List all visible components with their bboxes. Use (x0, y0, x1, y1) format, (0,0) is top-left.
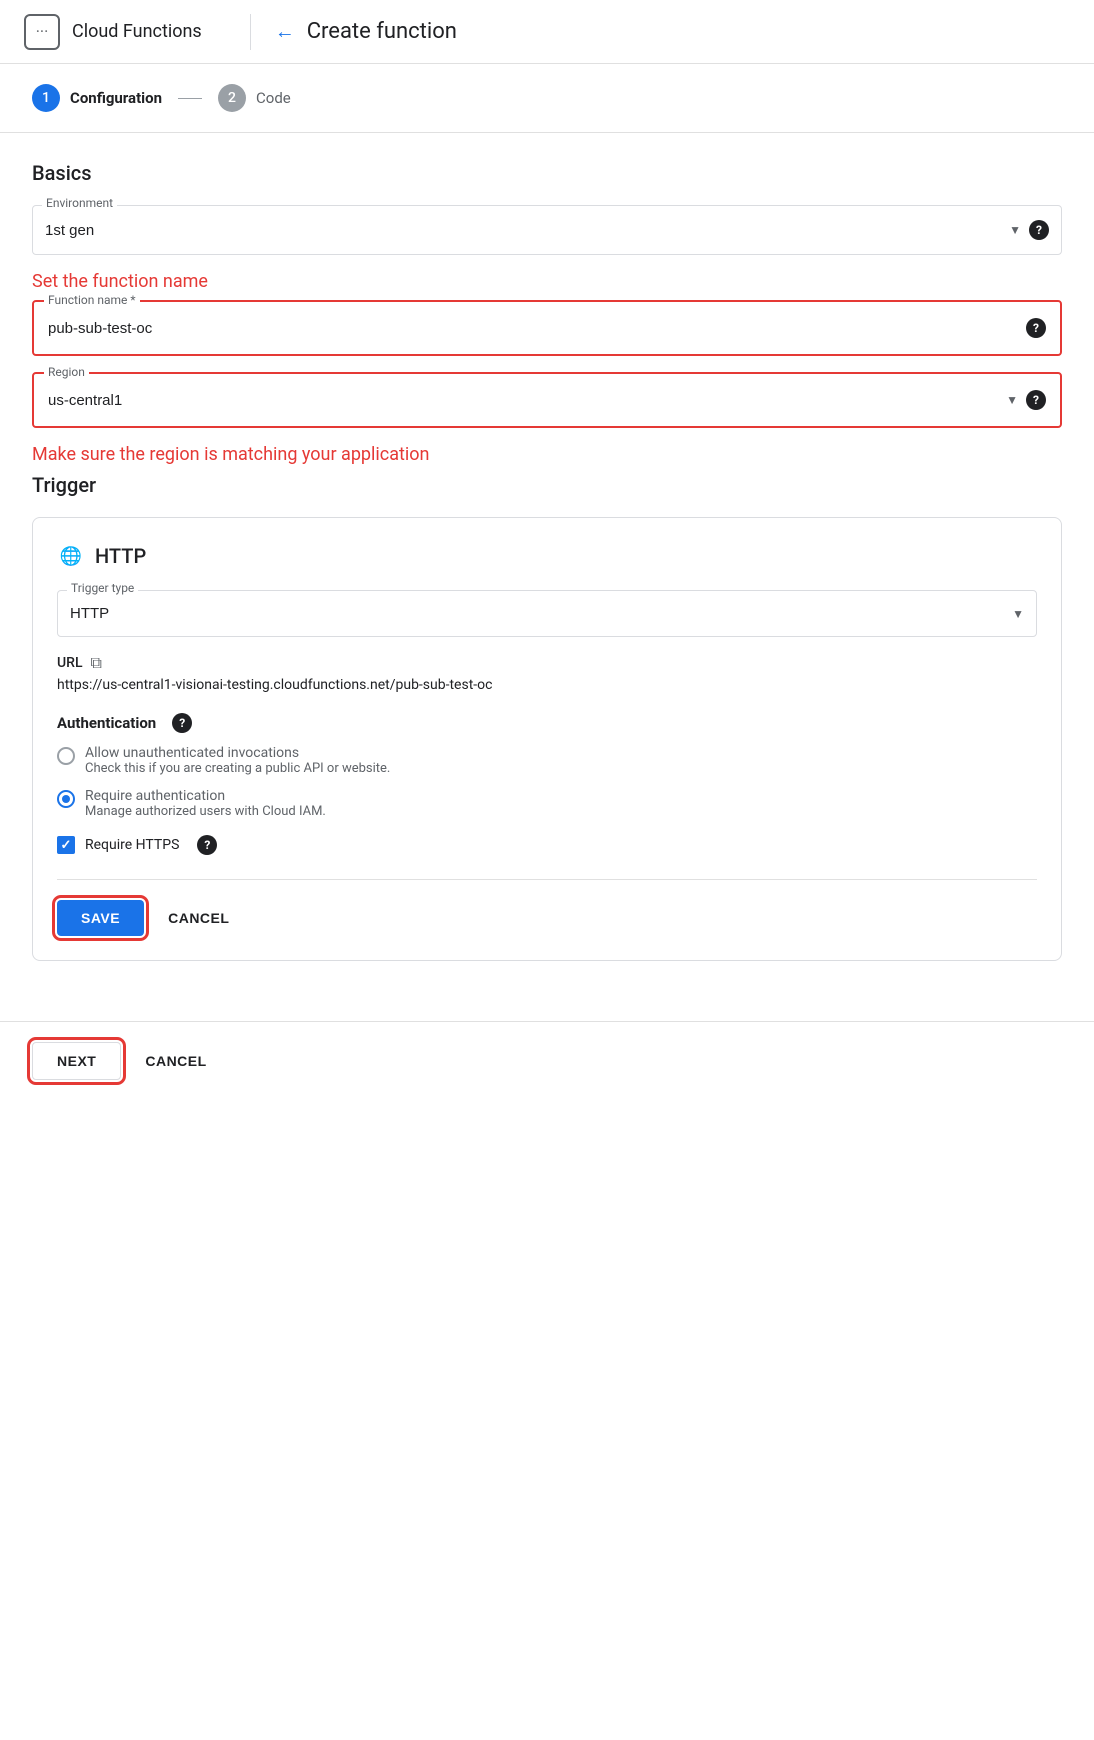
logo-icon: ··· (24, 14, 60, 50)
app-header: ··· Cloud Functions ← Create function (0, 0, 1094, 64)
page-title: Create function (307, 19, 457, 44)
stepper: 1 Configuration 2 Code (0, 64, 1094, 133)
https-help-icon[interactable]: ? (197, 835, 217, 855)
radio-allow-unauth-btn[interactable] (57, 747, 75, 765)
environment-help-icon[interactable]: ? (1029, 220, 1049, 240)
trigger-header: 🌐 HTTP (57, 542, 1037, 570)
trigger-type-label: Trigger type (67, 581, 138, 595)
trigger-type-dropdown-icon: ▼ (1012, 607, 1024, 621)
region-dropdown-icon: ▼ (1006, 393, 1018, 407)
main-content: Basics Environment ▼ ? Set the function … (0, 133, 1094, 1013)
radio-allow-unauth[interactable]: Allow unauthenticated invocations Check … (57, 745, 1037, 776)
https-label: Require HTTPS (85, 837, 179, 853)
region-input[interactable] (48, 392, 1002, 409)
http-globe-icon: 🌐 (57, 542, 85, 570)
auth-help-icon[interactable]: ? (172, 713, 192, 733)
trigger-http-label: HTTP (95, 544, 146, 568)
app-logo: ··· Cloud Functions (24, 14, 202, 50)
annotation-region: Make sure the region is matching your ap… (32, 444, 1062, 465)
function-name-field: Function name * ? (32, 300, 1062, 356)
back-button[interactable]: ← Create function (275, 19, 457, 44)
step-1: 1 Configuration (32, 84, 162, 112)
annotation-function-name: Set the function name (32, 271, 1062, 292)
radio-allow-unauth-main: Allow unauthenticated invocations (85, 745, 390, 761)
cancel-trigger-button[interactable]: CANCEL (160, 900, 237, 936)
step-2: 2 Code (218, 84, 291, 112)
step-connector (178, 98, 202, 99)
auth-title-label: Authentication (57, 714, 156, 732)
save-button[interactable]: SAVE (57, 900, 144, 936)
radio-require-auth-sub: Manage authorized users with Cloud IAM. (85, 804, 326, 819)
radio-require-auth[interactable]: Require authentication Manage authorized… (57, 788, 1037, 819)
function-name-help-icon[interactable]: ? (1026, 318, 1046, 338)
function-name-input[interactable] (48, 320, 1018, 337)
function-name-wrapper[interactable]: ? (36, 304, 1058, 352)
region-help-icon[interactable]: ? (1026, 390, 1046, 410)
bottom-bar: NEXT CANCEL (0, 1021, 1094, 1100)
trigger-type-select-wrapper[interactable]: ▼ (57, 590, 1037, 637)
step-1-circle: 1 (32, 84, 60, 112)
radio-allow-unauth-text: Allow unauthenticated invocations Check … (85, 745, 390, 776)
environment-select-wrapper[interactable]: ▼ ? (32, 205, 1062, 255)
environment-input[interactable] (45, 222, 1005, 239)
back-arrow-icon[interactable]: ← (275, 19, 295, 44)
url-value: https://us-central1-visionai-testing.clo… (57, 677, 1037, 693)
radio-allow-unauth-sub: Check this if you are creating a public … (85, 761, 390, 776)
auth-title-row: Authentication ? (57, 713, 1037, 733)
trigger-type-input[interactable] (70, 605, 1008, 622)
trigger-section-title: Trigger (32, 473, 1062, 497)
radio-require-auth-btn[interactable] (57, 790, 75, 808)
region-select-wrapper[interactable]: ▼ ? (36, 376, 1058, 424)
radio-require-auth-main: Require authentication (85, 788, 326, 804)
environment-field: Environment ▼ ? (32, 205, 1062, 255)
environment-dropdown-icon: ▼ (1009, 223, 1021, 237)
trigger-button-row: SAVE CANCEL (57, 879, 1037, 936)
app-title: Cloud Functions (72, 21, 202, 42)
environment-label: Environment (42, 196, 117, 210)
step-1-label: Configuration (70, 89, 162, 107)
header-divider (250, 14, 251, 50)
https-checkbox-row: Require HTTPS ? (57, 835, 1037, 855)
region-label: Region (44, 365, 89, 379)
function-name-label: Function name * (44, 293, 140, 307)
cancel-bottom-button[interactable]: CANCEL (137, 1043, 214, 1079)
trigger-type-field: Trigger type ▼ (57, 590, 1037, 637)
copy-url-icon[interactable]: ⧉ (91, 653, 102, 673)
radio-require-auth-text: Require authentication Manage authorized… (85, 788, 326, 819)
https-checkbox[interactable] (57, 836, 75, 854)
basics-section-title: Basics (32, 161, 1062, 185)
next-button[interactable]: NEXT (32, 1042, 121, 1080)
trigger-card: 🌐 HTTP Trigger type ▼ URL ⧉ https://us-c… (32, 517, 1062, 961)
step-2-label: Code (256, 89, 291, 107)
url-row: URL ⧉ (57, 653, 1037, 673)
step-2-circle: 2 (218, 84, 246, 112)
region-field: Region ▼ ? (32, 372, 1062, 428)
url-label: URL (57, 655, 83, 671)
